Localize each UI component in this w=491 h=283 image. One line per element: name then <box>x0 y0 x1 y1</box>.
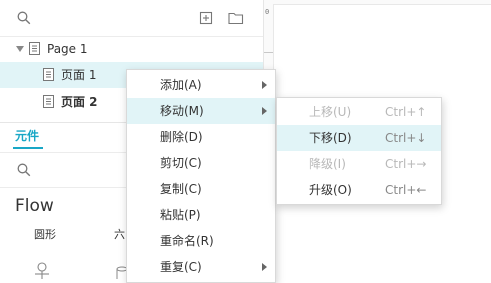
actor-shape-icon[interactable] <box>33 262 51 279</box>
library-title: Flow <box>15 196 54 216</box>
menu-item-delete[interactable]: 删除(D) <box>127 124 275 150</box>
active-tab-indicator <box>13 147 43 149</box>
top-ruler <box>264 0 491 5</box>
ruler-tick <box>264 52 273 53</box>
menu-item-label: 重复(C) <box>160 260 202 274</box>
menu-item-label: 下移(D) <box>309 131 352 145</box>
menu-item-duplicate[interactable]: 重复(C) <box>127 254 275 280</box>
tree-item-label: 页面 1 <box>61 68 97 82</box>
menu-item-label: 降级(I) <box>309 157 346 171</box>
menu-item-move[interactable]: 移动(M) <box>127 98 275 124</box>
pages-toolbar <box>0 0 263 37</box>
search-icon[interactable] <box>17 11 31 25</box>
menu-item-label: 升级(O) <box>309 183 352 197</box>
menu-item-label: 复制(C) <box>160 182 202 196</box>
menu-item-move-up[interactable]: 上移(U) Ctrl+↑ <box>277 99 441 125</box>
tree-item-label: 页面 2 <box>61 95 98 109</box>
page-icon <box>43 95 54 108</box>
submenu-arrow-icon <box>262 263 267 271</box>
menu-item-shortcut: Ctrl+↑ <box>385 105 427 119</box>
tree-item-label: Page 1 <box>47 42 88 56</box>
menu-item-shortcut: Ctrl+→ <box>385 157 427 171</box>
search-icon[interactable] <box>17 163 31 177</box>
shape-label-circle: 圆形 <box>34 228 56 241</box>
shape-label-hexagon: 六 <box>114 228 125 241</box>
menu-item-paste[interactable]: 粘贴(P) <box>127 202 275 228</box>
menu-item-add[interactable]: 添加(A) <box>127 72 275 98</box>
add-page-icon[interactable] <box>199 11 213 25</box>
page-icon <box>43 68 54 81</box>
menu-item-label: 粘贴(P) <box>160 208 201 222</box>
menu-item-copy[interactable]: 复制(C) <box>127 176 275 202</box>
submenu-arrow-icon <box>262 81 267 89</box>
menu-item-rename[interactable]: 重命名(R) <box>127 228 275 254</box>
menu-item-shortcut: Ctrl+← <box>385 183 427 197</box>
menu-item-label: 移动(M) <box>160 104 204 118</box>
menu-item-cut[interactable]: 剪切(C) <box>127 150 275 176</box>
add-folder-icon[interactable] <box>228 11 244 25</box>
submenu-arrow-icon <box>262 107 267 115</box>
context-menu: 添加(A) 移动(M) 删除(D) 剪切(C) 复制(C) 粘贴(P) 重命名(… <box>126 69 276 283</box>
menu-item-move-down[interactable]: 下移(D) Ctrl+↓ <box>277 125 441 151</box>
menu-item-label: 重命名(R) <box>160 234 214 248</box>
page-icon <box>29 42 40 55</box>
ruler-label: 0 <box>265 8 270 16</box>
menu-item-promote[interactable]: 升级(O) Ctrl+← <box>277 177 441 203</box>
menu-item-demote[interactable]: 降级(I) Ctrl+→ <box>277 151 441 177</box>
menu-item-label: 删除(D) <box>160 130 203 144</box>
menu-item-label: 上移(U) <box>309 105 352 119</box>
menu-item-label: 添加(A) <box>160 78 202 92</box>
tree-item-page-1[interactable]: Page 1 <box>0 36 263 62</box>
move-submenu: 上移(U) Ctrl+↑ 下移(D) Ctrl+↓ 降级(I) Ctrl+→ 升… <box>276 97 442 205</box>
menu-item-label: 剪切(C) <box>160 156 202 170</box>
tab-libraries[interactable]: 元件 <box>15 127 39 144</box>
expand-arrow-icon[interactable] <box>16 46 24 52</box>
menu-item-shortcut: Ctrl+↓ <box>385 131 427 145</box>
